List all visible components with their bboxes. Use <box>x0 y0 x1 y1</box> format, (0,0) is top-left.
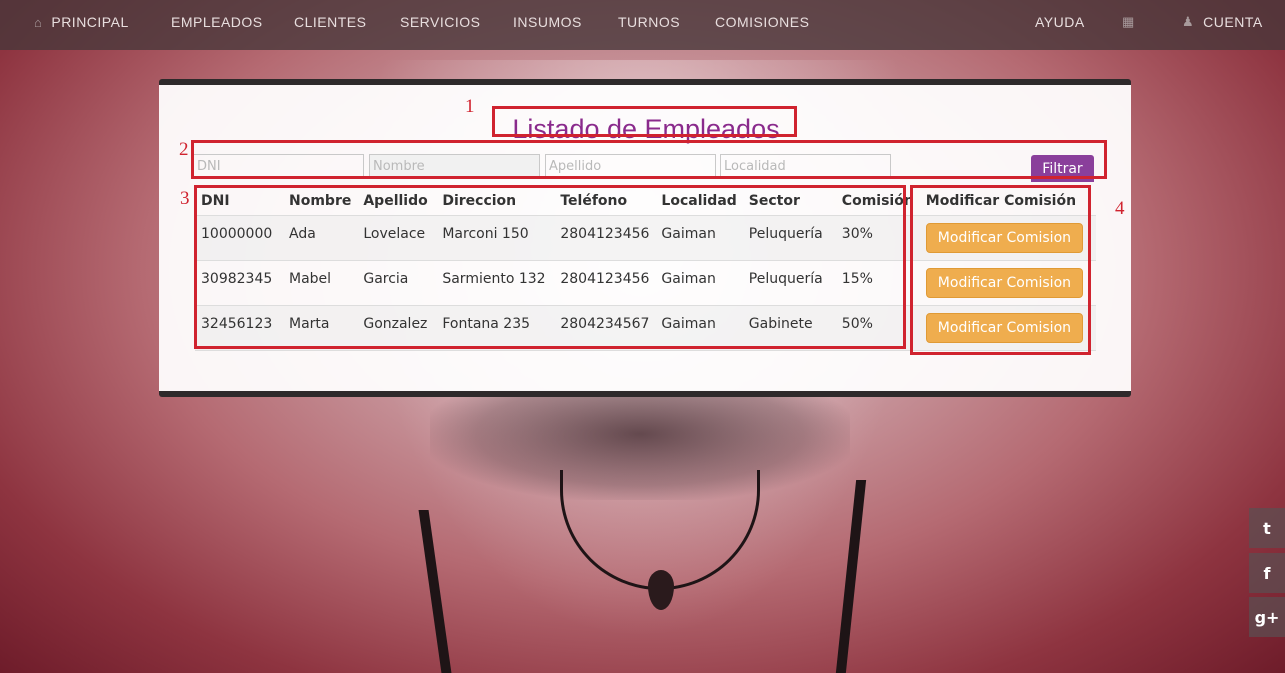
dni-filter-input[interactable] <box>193 154 364 179</box>
nav-turnos[interactable]: TURNOS <box>618 14 680 30</box>
nav-ayuda-label: AYUDA <box>1035 14 1085 30</box>
nav-principal-label: PRINCIPAL <box>51 14 129 30</box>
page-title: Listado de Empleados <box>512 114 780 144</box>
column-header-apellido: Apellido <box>357 187 437 216</box>
background-strap-right <box>835 480 867 673</box>
apellido-filter-input[interactable] <box>545 154 716 179</box>
cell-nombre: Marta <box>283 305 358 351</box>
cell-sector: Peluquería <box>742 215 836 261</box>
googleplus-icon[interactable]: g+ <box>1249 597 1285 637</box>
cell-sector: Gabinete <box>742 305 836 351</box>
filter-button[interactable]: Filtrar <box>1031 155 1094 182</box>
nav-principal[interactable]: ⌂ PRINCIPAL <box>34 14 129 30</box>
top-navbar: ⌂ PRINCIPAL EMPLEADOS CLIENTES SERVICIOS… <box>0 0 1285 50</box>
nav-cuenta-label: CUENTA <box>1203 14 1263 30</box>
nav-comisiones-label: COMISIONES <box>715 14 810 30</box>
nav-insumos-label: INSUMOS <box>513 14 582 30</box>
nav-servicios[interactable]: SERVICIOS <box>400 14 481 30</box>
nav-servicios-label: SERVICIOS <box>400 14 481 30</box>
annotation-number-2: 2 <box>179 139 189 160</box>
employees-table: DNI Nombre Apellido Direccion Teléfono L… <box>195 187 1096 351</box>
cell-nombre: Ada <box>283 215 358 261</box>
cell-apellido: Gonzalez <box>357 305 437 351</box>
home-icon: ⌂ <box>34 14 43 30</box>
column-header-telefono: Teléfono <box>554 187 656 216</box>
cell-direccion: Sarmiento 132 <box>436 260 555 306</box>
background-pendant <box>648 570 674 610</box>
nav-calendar[interactable]: ▦ <box>1122 14 1144 30</box>
cell-localidad: Gaiman <box>655 260 743 306</box>
annotation-number-4: 4 <box>1115 198 1125 219</box>
cell-nombre: Mabel <box>283 260 358 306</box>
cell-direccion: Marconi 150 <box>436 215 555 261</box>
cell-action: Modificar Comision <box>919 215 1096 261</box>
localidad-filter-input[interactable] <box>720 154 891 179</box>
modify-commission-button[interactable]: Modificar Comision <box>925 222 1084 253</box>
column-header-comision: Comisión <box>835 187 920 216</box>
modify-commission-button[interactable]: Modificar Comision <box>925 312 1084 343</box>
nav-insumos[interactable]: INSUMOS <box>513 14 582 30</box>
annotation-number-1: 1 <box>465 96 475 117</box>
twitter-icon[interactable]: t <box>1249 508 1285 548</box>
cell-dni: 32456123 <box>195 305 283 351</box>
cell-action: Modificar Comision <box>919 260 1096 306</box>
cell-comision: 15% <box>835 260 920 306</box>
cell-localidad: Gaiman <box>655 215 743 261</box>
nav-clientes-label: CLIENTES <box>294 14 367 30</box>
column-header-modificar: Modificar Comisión <box>919 187 1096 216</box>
nav-empleados-label: EMPLEADOS <box>171 14 263 30</box>
cell-comision: 30% <box>835 215 920 261</box>
table-row: 30982345 Mabel Garcia Sarmiento 132 2804… <box>195 260 1096 306</box>
column-header-dni: DNI <box>195 187 283 216</box>
nombre-filter-input[interactable] <box>369 154 540 179</box>
nav-cuenta[interactable]: ♟ CUENTA <box>1182 14 1263 30</box>
column-header-direccion: Direccion <box>436 187 555 216</box>
column-header-nombre: Nombre <box>283 187 358 216</box>
cell-sector: Peluquería <box>742 260 836 306</box>
table-row: 32456123 Marta Gonzalez Fontana 235 2804… <box>195 305 1096 351</box>
cell-dni: 30982345 <box>195 260 283 306</box>
annotation-number-3: 3 <box>180 188 190 209</box>
cell-apellido: Lovelace <box>357 215 437 261</box>
nav-clientes[interactable]: CLIENTES <box>294 14 366 30</box>
nav-turnos-label: TURNOS <box>618 14 681 30</box>
calendar-icon: ▦ <box>1122 14 1135 29</box>
cell-telefono: 2804123456 <box>554 260 656 306</box>
cell-apellido: Garcia <box>357 260 437 306</box>
nav-comisiones[interactable]: COMISIONES <box>715 14 809 30</box>
nav-empleados[interactable]: EMPLEADOS <box>171 14 263 30</box>
column-header-sector: Sector <box>742 187 836 216</box>
user-icon: ♟ <box>1182 14 1195 29</box>
background-strap-left <box>418 510 452 673</box>
cell-direccion: Fontana 235 <box>436 305 555 351</box>
table-header-row: DNI Nombre Apellido Direccion Teléfono L… <box>195 187 1096 216</box>
column-header-localidad: Localidad <box>655 187 743 216</box>
modify-commission-button[interactable]: Modificar Comision <box>925 267 1084 298</box>
cell-dni: 10000000 <box>195 215 283 261</box>
nav-ayuda[interactable]: AYUDA <box>1035 14 1085 30</box>
table-row: 10000000 Ada Lovelace Marconi 150 280412… <box>195 215 1096 261</box>
cell-telefono: 2804234567 <box>554 305 656 351</box>
cell-localidad: Gaiman <box>655 305 743 351</box>
facebook-icon[interactable]: f <box>1249 553 1285 593</box>
cell-action: Modificar Comision <box>919 305 1096 351</box>
employees-panel: Listado de Empleados Filtrar DNI Nombre … <box>159 79 1131 397</box>
cell-telefono: 2804123456 <box>554 215 656 261</box>
cell-comision: 50% <box>835 305 920 351</box>
